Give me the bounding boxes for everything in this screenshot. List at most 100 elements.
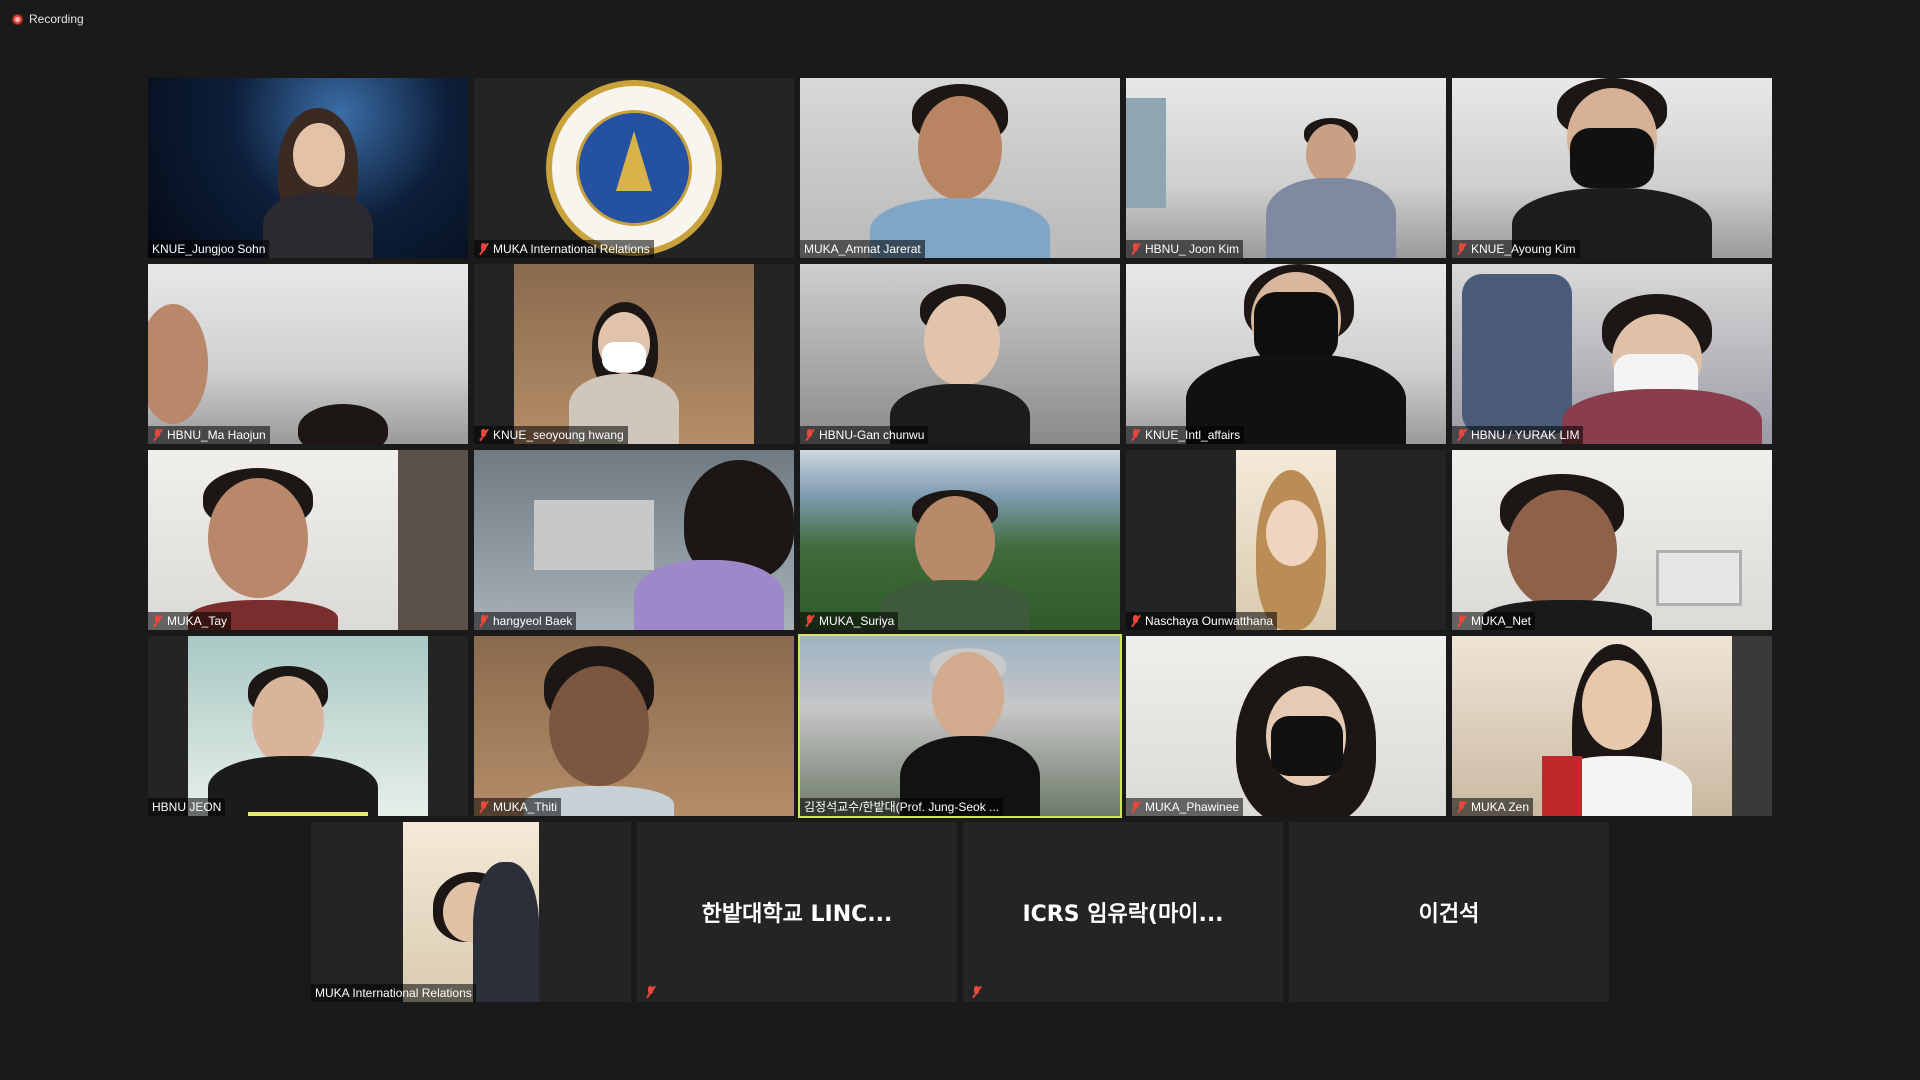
- participant-tile[interactable]: HBNU / YURAK LIM: [1452, 264, 1772, 444]
- mic-muted-icon: [1456, 801, 1467, 813]
- mic-muted-icon: [478, 429, 489, 441]
- mic-muted-icon: [152, 429, 163, 441]
- participant-tile[interactable]: HBNU_Ma Haojun: [148, 264, 468, 444]
- participant-tile[interactable]: Naschaya Ounwatthana: [1126, 450, 1446, 630]
- mic-muted-icon: [152, 615, 163, 627]
- video-feed: [800, 78, 1120, 258]
- participant-name-bar: MUKA_Amnat Jarerat: [800, 240, 925, 258]
- recording-label: Recording: [29, 12, 84, 26]
- participant-tile[interactable]: KNUE_Jungjoo Sohn: [148, 78, 468, 258]
- participant-tile[interactable]: KNUE_seoyoung hwang: [474, 264, 794, 444]
- participant-name: HBNU / YURAK LIM: [1471, 428, 1580, 442]
- participant-name: MUKA_Amnat Jarerat: [804, 242, 921, 256]
- video-feed: [800, 636, 1120, 816]
- participant-tile[interactable]: MUKA_Net: [1452, 450, 1772, 630]
- mic-muted-icon: [971, 986, 982, 998]
- participant-name: MUKA Zen: [1471, 800, 1530, 814]
- video-feed: [148, 78, 468, 258]
- participant-name-bar: KNUE_Jungjoo Sohn: [148, 240, 270, 258]
- video-feed: [1452, 78, 1772, 258]
- mic-muted-icon: [1130, 243, 1141, 255]
- participant-name-bar: HBNU / YURAK LIM: [1452, 426, 1584, 444]
- participant-tile[interactable]: MUKA Zen: [1452, 636, 1772, 816]
- recording-indicator[interactable]: Recording: [12, 12, 84, 26]
- participant-name: KNUE_Intl_affairs: [1145, 428, 1241, 442]
- mic-muted-icon: [1130, 615, 1141, 627]
- participant-name-bar: MUKA_Tay: [148, 612, 232, 630]
- participant-tile[interactable]: KNUE_Intl_affairs: [1126, 264, 1446, 444]
- participant-name: 한밭대학교 LINC...: [701, 902, 893, 927]
- mic-muted-icon: [1456, 243, 1467, 255]
- video-feed: [1452, 450, 1772, 630]
- participant-name-bar: HBNU JEON: [148, 798, 226, 816]
- mic-muted-icon: [1130, 429, 1141, 441]
- video-feed: [148, 450, 468, 630]
- video-feed: [1126, 636, 1446, 816]
- participant-tile[interactable]: HBNU_ Joon Kim: [1126, 78, 1446, 258]
- participant-tile[interactable]: MUKA International Relations: [311, 822, 631, 1002]
- participant-name: 김정석교수/한밭대(Prof. Jung-Seok ...: [804, 800, 1000, 814]
- participant-name-bar: MUKA_Net: [1452, 612, 1536, 630]
- participant-name-bar: HBNU-Gan chunwu: [800, 426, 929, 444]
- participant-tile[interactable]: MUKA_Thiti: [474, 636, 794, 816]
- participant-name: HBNU_Ma Haojun: [167, 428, 266, 442]
- participant-name-bar: MUKA International Relations: [474, 240, 654, 258]
- participant-name-bar: MUKA International Relations: [311, 984, 476, 1002]
- participant-name: MUKA International Relations: [493, 242, 650, 256]
- mic-muted-icon: [1456, 429, 1467, 441]
- participant-tile-video-off[interactable]: ICRS 임유락(마이...: [963, 822, 1283, 1002]
- video-feed: [403, 822, 539, 1002]
- participant-tile[interactable]: KNUE_Ayoung Kim: [1452, 78, 1772, 258]
- participant-name: KNUE_Ayoung Kim: [1471, 242, 1576, 256]
- participant-tile[interactable]: MUKA_Amnat Jarerat: [800, 78, 1120, 258]
- participant-tile[interactable]: MUKA_Phawinee: [1126, 636, 1446, 816]
- university-seal: [546, 80, 722, 256]
- participant-tile[interactable]: MUKA_Suriya: [800, 450, 1120, 630]
- participant-name: MUKA International Relations: [315, 986, 472, 1000]
- participant-name: MUKA_Suriya: [819, 614, 895, 628]
- participant-tile[interactable]: HBNU JEON: [148, 636, 468, 816]
- participant-name: MUKA_Tay: [167, 614, 228, 628]
- participant-name-bar: MUKA_Thiti: [474, 798, 562, 816]
- participant-name-bar: KNUE_Ayoung Kim: [1452, 240, 1580, 258]
- mic-muted-icon: [804, 429, 815, 441]
- video-feed: [800, 264, 1120, 444]
- participant-name: MUKA_Thiti: [493, 800, 558, 814]
- mic-muted-icon: [1130, 801, 1141, 813]
- video-feed: [1126, 78, 1446, 258]
- participant-name-bar: KNUE_seoyoung hwang: [474, 426, 628, 444]
- participant-name: HBNU_ Joon Kim: [1145, 242, 1240, 256]
- participant-tile[interactable]: hangyeol Baek: [474, 450, 794, 630]
- participant-name-bar: MUKA_Phawinee: [1126, 798, 1244, 816]
- participant-name-bar: Naschaya Ounwatthana: [1126, 612, 1278, 630]
- mic-muted-icon: [1456, 615, 1467, 627]
- participant-name: hangyeol Baek: [493, 614, 573, 628]
- mic-muted-icon: [645, 986, 656, 998]
- participant-tile-video-off[interactable]: 이건석: [1289, 822, 1609, 1002]
- video-feed: [1452, 636, 1772, 816]
- participant-name-bar: hangyeol Baek: [474, 612, 577, 630]
- participant-name: KNUE_Jungjoo Sohn: [152, 242, 266, 256]
- participant-tile[interactable]: MUKA International Relations: [474, 78, 794, 258]
- participant-name-bar: 김정석교수/한밭대(Prof. Jung-Seok ...: [800, 798, 1004, 816]
- mic-muted-icon: [478, 243, 489, 255]
- mic-muted-icon: [478, 801, 489, 813]
- participant-name: MUKA_Phawinee: [1145, 800, 1240, 814]
- participant-name: Naschaya Ounwatthana: [1145, 614, 1274, 628]
- video-feed: [148, 264, 468, 444]
- video-feed: [188, 636, 428, 816]
- active-speaker-tile[interactable]: 김정석교수/한밭대(Prof. Jung-Seok ...: [798, 634, 1122, 818]
- video-feed: [1452, 264, 1772, 444]
- participant-name: KNUE_seoyoung hwang: [493, 428, 624, 442]
- participant-name: 이건석: [1418, 902, 1480, 927]
- participant-tile-video-off[interactable]: 한밭대학교 LINC...: [637, 822, 957, 1002]
- video-feed: [474, 636, 794, 816]
- participant-name-bar: HBNU_ Joon Kim: [1126, 240, 1244, 258]
- participant-name-bar: MUKA_Suriya: [800, 612, 899, 630]
- participant-tile[interactable]: HBNU-Gan chunwu: [800, 264, 1120, 444]
- participant-tile[interactable]: MUKA_Tay: [148, 450, 468, 630]
- mic-muted-icon: [804, 615, 815, 627]
- participant-name: ICRS 임유락(마이...: [1022, 902, 1224, 927]
- participant-name-bar: KNUE_Intl_affairs: [1126, 426, 1245, 444]
- video-feed: [1126, 264, 1446, 444]
